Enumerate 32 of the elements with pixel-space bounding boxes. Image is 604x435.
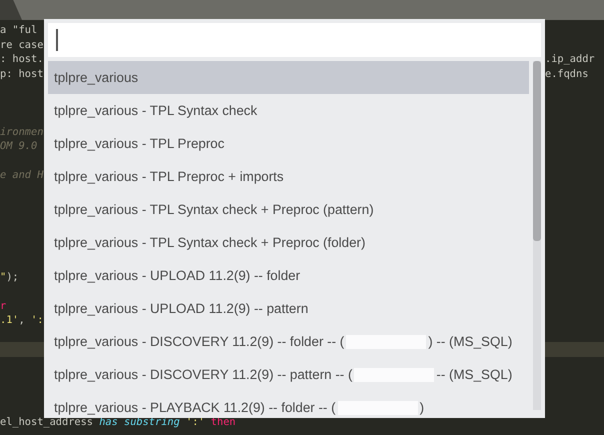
code-token: p: host: [0, 66, 44, 81]
code-token: then: [210, 415, 236, 429]
palette-item[interactable]: tplpre_various - TPL Syntax check + Preproc (pattern): [48, 193, 529, 226]
code-token: : host.: [0, 52, 44, 66]
code-token: ": [0, 270, 6, 284]
palette-item[interactable]: tplpre_various - UPLOAD 11.2(9) -- pattern: [48, 292, 529, 325]
code-token: ironmen: [0, 124, 44, 139]
palette-item[interactable]: tplpre_various - TPL Preproc: [48, 127, 529, 160]
scrollbar[interactable]: [533, 61, 541, 410]
code-token: ':: [31, 313, 44, 328]
code-token: .1': [0, 313, 19, 328]
code-token: .ip_addr: [545, 52, 595, 66]
code-token: );: [6, 270, 19, 284]
code-token: ,: [18, 313, 26, 328]
palette-item[interactable]: tplpre_various - PLAYBACK 11.2(9) -- folder -- ( ): [48, 391, 529, 418]
palette-item[interactable]: tplpre_various - UPLOAD 11.2(9) -- folder: [48, 259, 529, 292]
code-token: a "ful: [0, 23, 38, 38]
code-token: has substring: [99, 415, 180, 429]
palette-item[interactable]: tplpre_various - DISCOVERY 11.2(9) -- folder -- ( ) -- (MS_SQL): [48, 325, 529, 358]
palette-item[interactable]: tplpre_various: [48, 61, 529, 94]
code-token: re case: [0, 38, 44, 52]
palette-item[interactable]: tplpre_various - TPL Preproc + imports: [48, 160, 529, 193]
scrollbar-thumb[interactable]: [533, 61, 541, 241]
palette-item[interactable]: tplpre_various - DISCOVERY 11.2(9) -- pattern -- ( -- (MS_SQL): [48, 358, 529, 391]
code-token: e and H: [0, 168, 44, 182]
code-token: OM 9.0: [0, 139, 38, 154]
code-token: el_host_address: [0, 415, 94, 429]
palette-item[interactable]: tplpre_various - TPL Syntax check: [48, 94, 529, 127]
code-token: r: [0, 298, 6, 313]
search-field[interactable]: [48, 23, 541, 57]
palette-item[interactable]: tplpre_various - TPL Syntax check + Preproc (folder): [48, 226, 529, 259]
code-token: e.fqdns: [545, 66, 588, 81]
